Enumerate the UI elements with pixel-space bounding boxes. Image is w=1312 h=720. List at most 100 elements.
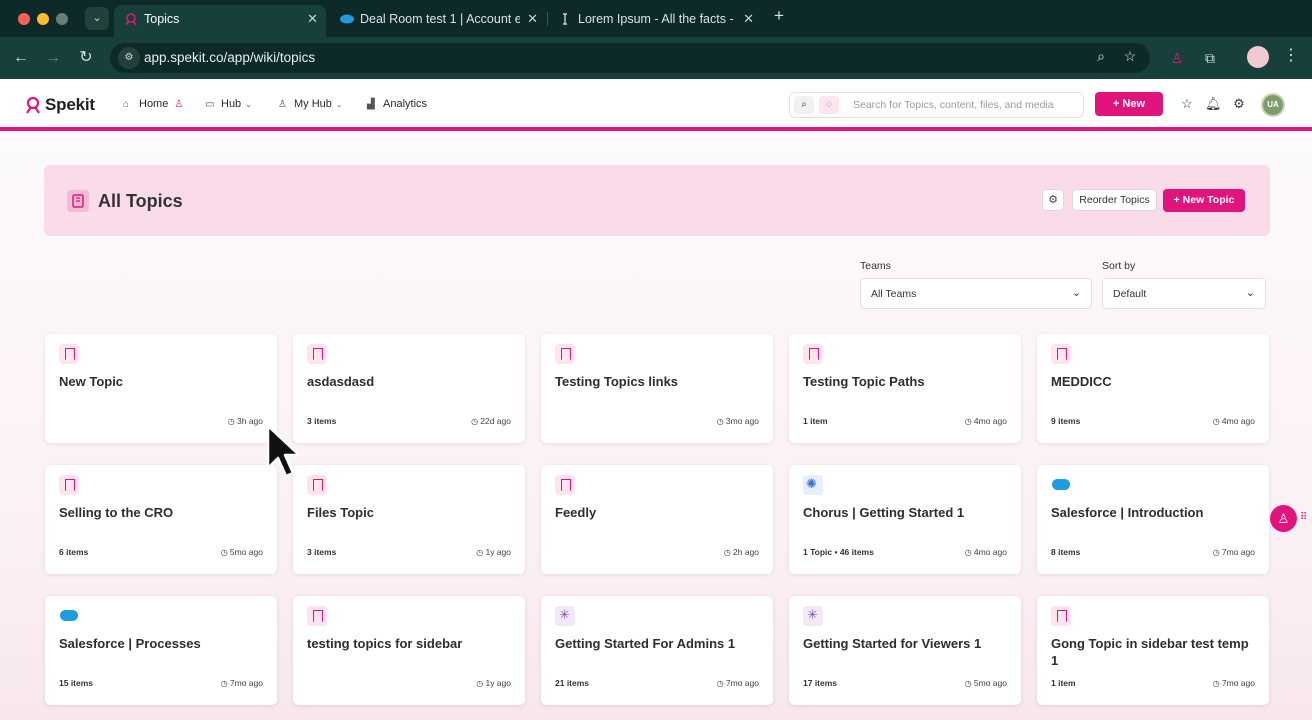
topic-title: Getting Started for Viewers 1 <box>803 636 982 651</box>
topic-card[interactable]: testing topics for sidebar 1y ago <box>293 596 525 705</box>
new-topic-button[interactable]: + New Topic <box>1163 189 1245 212</box>
topic-updated-time: 1y ago <box>476 678 511 688</box>
drag-handle-icon[interactable]: ⠿ <box>1300 512 1307 523</box>
browser-toolbar: ← → ↻ ⚙ app.spekit.co/app/wiki/topics ⌕ … <box>0 37 1312 79</box>
new-button[interactable]: + New <box>1095 92 1163 116</box>
topic-card[interactable]: Selling to the CRO 6 items 5mo ago <box>45 465 277 574</box>
topic-title: MEDDICC <box>1051 374 1112 389</box>
topic-card[interactable]: Files Topic 3 items 1y ago <box>293 465 525 574</box>
topic-settings-gear-icon[interactable]: ⚙ <box>1042 189 1064 211</box>
browser-tab-strip: ⌄ Topics ✕ Deal Room test 1 | Account en… <box>0 0 1312 37</box>
topic-card[interactable]: Salesforce | Processes 15 items 7mo ago <box>45 596 277 705</box>
browser-tab-lorem-ipsum[interactable]: Lorem Ipsum - All the facts - ✕ <box>548 5 762 37</box>
bookmark-icon <box>307 344 327 364</box>
topic-updated-time: 3h ago <box>228 416 263 426</box>
new-tab-plus-icon[interactable]: + <box>770 6 788 26</box>
topic-updated-time: 4mo ago <box>1213 416 1255 426</box>
logo-text: Spekit <box>45 95 95 114</box>
topic-title: Salesforce | Introduction <box>1051 505 1204 520</box>
browser-tab-deal-room[interactable]: Deal Room test 1 | Account en ✕ <box>330 5 546 37</box>
topic-card[interactable]: Getting Started For Admins 1 21 items 7mo … <box>541 596 773 705</box>
nav-analytics[interactable]: ▟ Analytics <box>367 98 427 114</box>
tab-search-chevron-icon[interactable]: ⌄ <box>85 7 109 30</box>
zoom-magnifier-icon[interactable]: ⌕ <box>1091 48 1111 65</box>
global-search[interactable]: ⌕ ◌ Search for Topics, content, files, a… <box>789 92 1084 118</box>
chevron-down-icon: ⌄ <box>335 100 343 109</box>
site-settings-icon[interactable]: ⚙ <box>118 47 140 69</box>
browser-profile-avatar[interactable] <box>1247 46 1269 68</box>
topic-card[interactable]: New Topic 3h ago <box>45 334 277 443</box>
topic-title: New Topic <box>59 374 124 389</box>
topic-title: Chorus | Getting Started 1 <box>803 505 965 520</box>
topic-card[interactable]: Testing Topics links 3mo ago <box>541 334 773 443</box>
favorites-star-icon[interactable]: ☆ <box>1179 96 1195 112</box>
chorus-icon <box>803 475 823 495</box>
nav-hub[interactable]: ▭ Hub ⌄ <box>205 98 252 114</box>
topic-card[interactable]: Testing Topic Paths 1 item 4mo ago <box>789 334 1021 443</box>
chevron-down-icon: ⌄ <box>1245 287 1255 299</box>
topic-item-count: 15 items <box>59 678 94 688</box>
minimize-window-icon[interactable] <box>37 13 49 25</box>
topic-card[interactable]: Salesforce | Introduction 8 items 7mo ago <box>1037 465 1269 574</box>
spekit-favicon-icon <box>125 13 137 26</box>
topic-card[interactable]: Getting Started for Viewers 1 17 items 5mo… <box>789 596 1021 705</box>
topic-card[interactable]: asdasdasd 3 items 22d ago <box>293 334 525 443</box>
settings-gear-icon[interactable]: ⚙ <box>1231 96 1247 112</box>
topic-updated-time: 7mo ago <box>1213 547 1255 557</box>
nav-my-hub[interactable]: ♙ My Hub ⌄ <box>278 98 343 114</box>
topics-book-icon <box>67 190 89 212</box>
bookmark-star-icon[interactable]: ☆ <box>1120 48 1140 65</box>
address-bar[interactable]: ⚙ app.spekit.co/app/wiki/topics ⌕ ☆ <box>110 43 1150 73</box>
nav-home[interactable]: ⌂ Home ♙ <box>123 98 183 114</box>
lorem-favicon-icon <box>563 13 567 25</box>
topic-title: Getting Started For Admins 1 <box>555 636 736 651</box>
forward-arrow-icon[interactable]: → <box>42 47 64 69</box>
topic-item-count: 9 items <box>1051 416 1081 426</box>
bookmark-icon <box>307 475 327 495</box>
browser-menu-icon[interactable]: ⋮ <box>1283 45 1299 65</box>
close-window-icon[interactable] <box>18 13 30 25</box>
spekit-assistant-fab[interactable]: ♙ <box>1270 505 1297 532</box>
spekit-app: Spekit ⌂ Home ♙ ▭ Hub ⌄ ♙ My Hub ⌄ ▟ Analytics… <box>0 79 1312 720</box>
topic-card[interactable]: Feedly 2h ago <box>541 465 773 574</box>
topic-title: Feedly <box>555 505 597 520</box>
maximize-window-icon[interactable] <box>56 13 68 25</box>
tab-close-icon[interactable]: ✕ <box>743 5 754 33</box>
reload-icon[interactable]: ↻ <box>75 47 97 69</box>
tab-close-icon[interactable]: ✕ <box>307 5 318 33</box>
bookmark-icon <box>803 344 823 364</box>
topic-card[interactable]: MEDDICC 9 items 4mo ago <box>1037 334 1269 443</box>
notifications-bell-icon[interactable]: 🔔︎ <box>1205 96 1222 112</box>
topic-updated-time: 7mo ago <box>1213 678 1255 688</box>
tab-label: Topics <box>144 12 180 26</box>
search-placeholder[interactable]: Search for Topics, content, files, and m… <box>853 99 1054 111</box>
spekit-extension-icon[interactable]: ♙ <box>1166 47 1188 69</box>
topic-title: testing topics for sidebar <box>307 636 463 651</box>
search-icon[interactable]: ⌕ <box>794 96 814 114</box>
extensions-puzzle-icon[interactable]: ⧉ <box>1199 47 1221 69</box>
user-avatar[interactable]: UA <box>1261 93 1285 117</box>
topic-updated-time: 22d ago <box>471 416 511 426</box>
bookmark-icon <box>59 475 79 495</box>
ai-search-icon[interactable]: ◌ <box>819 96 839 114</box>
user-icon: ♙ <box>278 99 287 110</box>
topic-item-count: 3 items <box>307 416 337 426</box>
topic-updated-time: 4mo ago <box>965 547 1007 557</box>
sort-by-label: Sort by <box>1102 260 1136 272</box>
browser-tab-topics[interactable]: Topics ✕ <box>114 5 326 37</box>
sort-by-select[interactable]: Default ⌄ <box>1102 278 1266 309</box>
address-url[interactable]: app.spekit.co/app/wiki/topics <box>144 50 315 65</box>
topic-card[interactable]: Gong Topic in sidebar test temp 1 1 item 7… <box>1037 596 1269 705</box>
topic-updated-time: 4mo ago <box>965 416 1007 426</box>
back-arrow-icon[interactable]: ← <box>10 47 32 69</box>
tab-close-icon[interactable]: ✕ <box>527 5 538 33</box>
all-topics-banner: All Topics ⚙ Reorder Topics + New Topic <box>44 165 1270 236</box>
tab-label: Deal Room test 1 | Account en <box>360 12 520 26</box>
reorder-topics-button[interactable]: Reorder Topics <box>1072 189 1157 211</box>
topic-card[interactable]: Chorus | Getting Started 1 1 Topic • 46 i… <box>789 465 1021 574</box>
teams-select[interactable]: All Teams ⌄ <box>860 278 1092 309</box>
teams-filter-label: Teams <box>860 260 891 272</box>
gong-icon <box>803 606 823 626</box>
topic-updated-time: 5mo ago <box>221 547 263 557</box>
spekit-mini-icon: ♙ <box>174 99 184 110</box>
